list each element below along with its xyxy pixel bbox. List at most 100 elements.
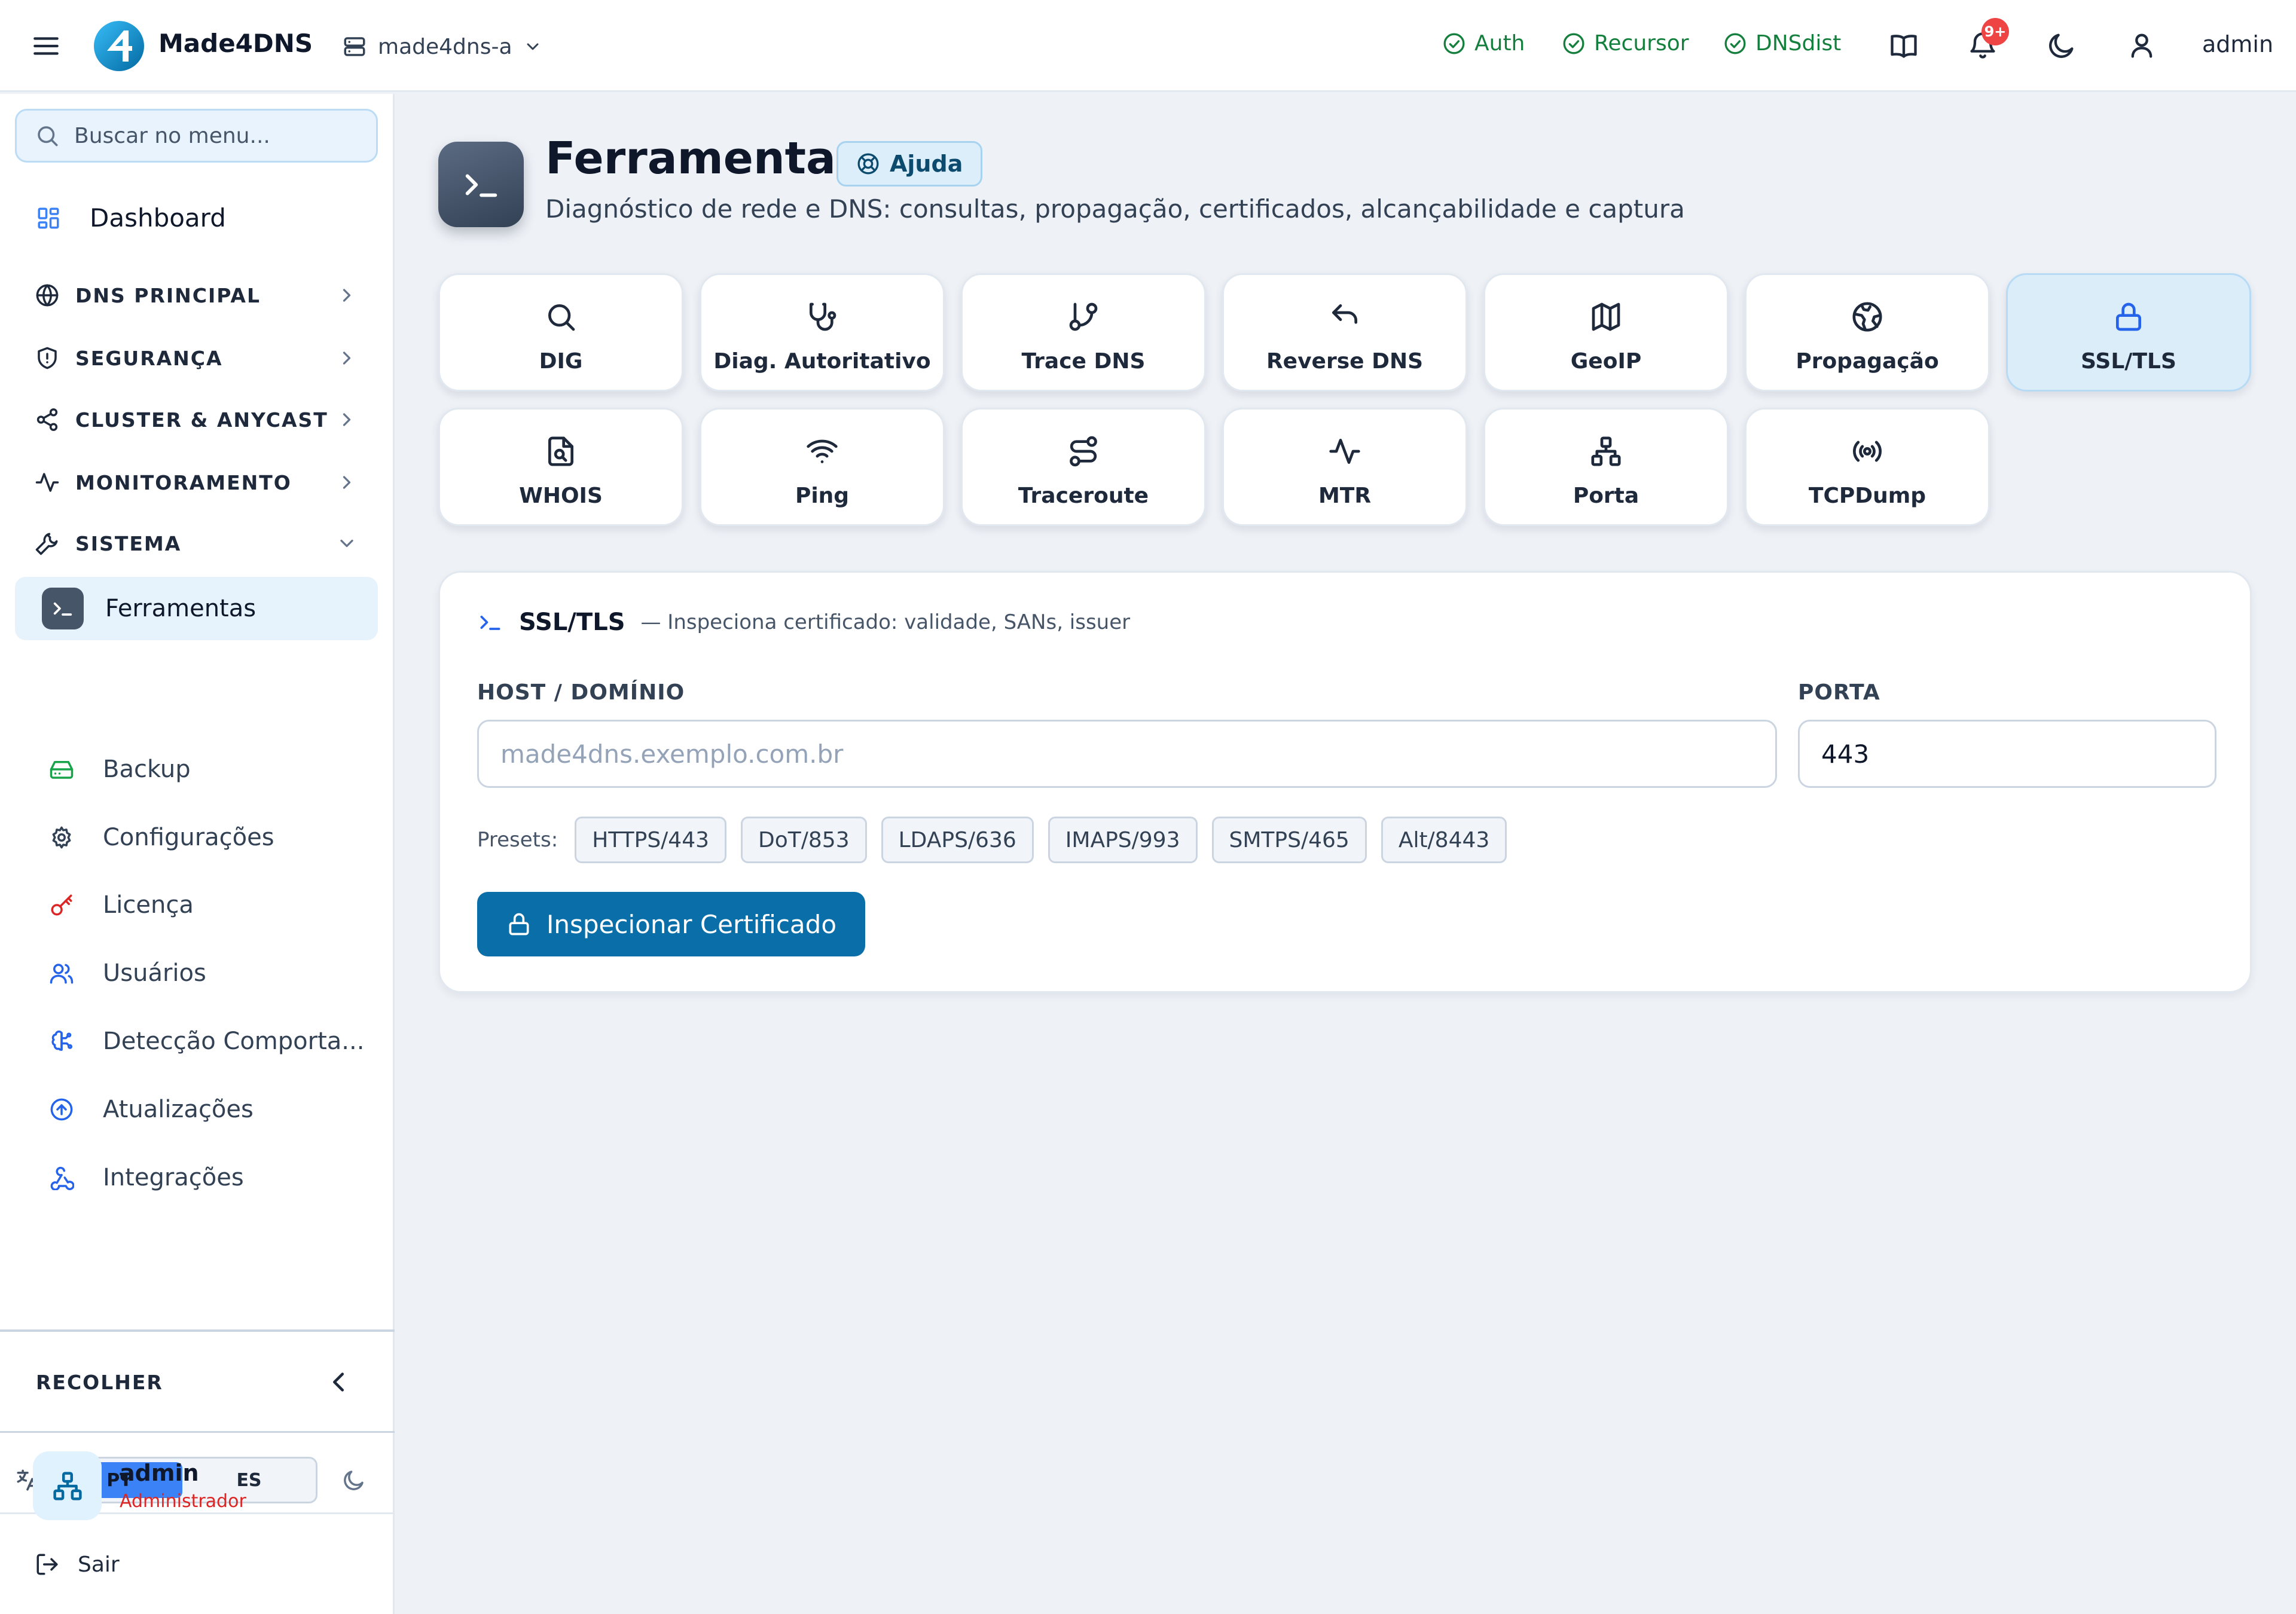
terminal-icon (42, 588, 84, 629)
app-name[interactable]: Made4DNS (158, 29, 313, 58)
section-label: DNS PRINCIPAL (75, 283, 261, 307)
tool-porta[interactable]: Porta (1483, 408, 1729, 526)
network-icon (1589, 435, 1623, 468)
status-label: DNSdist (1755, 31, 1842, 56)
port-input[interactable] (1798, 720, 2216, 788)
preset-ldaps-636[interactable]: LDAPS/636 (881, 817, 1034, 863)
preset-dot-853[interactable]: DoT/853 (741, 817, 867, 863)
status-recursor[interactable]: Recursor (1562, 31, 1689, 56)
made4dns-logo-icon[interactable] (93, 20, 145, 72)
sidebar-item-ferramentas[interactable]: Ferramentas (42, 588, 256, 629)
tool-label: Diag. Autoritativo (713, 349, 931, 374)
chevron-right-icon (336, 472, 358, 493)
moon-icon[interactable] (2046, 30, 2077, 61)
theme-moon-icon[interactable] (341, 1468, 367, 1493)
sidebar-item-deteccao-comportamental[interactable]: Detecção Comporta... (49, 1028, 364, 1055)
sidebar-item-integracoes[interactable]: Integrações (49, 1164, 244, 1191)
tool-mtr[interactable]: MTR (1222, 408, 1467, 526)
collapse-label: RECOLHER (36, 1370, 163, 1394)
tool-trace-dns[interactable]: Trace DNS (961, 273, 1206, 392)
notification-badge: 9+ (1981, 18, 2009, 45)
tool-label: Propagação (1796, 349, 1939, 374)
host-input[interactable] (477, 720, 1777, 788)
sidebar-divider (0, 1329, 395, 1332)
host-label: HOST / DOMÍNIO (477, 680, 685, 705)
tool-label: Reverse DNS (1266, 349, 1424, 374)
shield-icon (35, 346, 60, 371)
sidebar-item-label: Configurações (103, 824, 274, 851)
users-icon (49, 961, 74, 986)
wifi-icon (805, 435, 839, 468)
status-auth[interactable]: Auth (1442, 31, 1525, 56)
top-bar: Made4DNS made4dns-a Auth Recursor DNSdis… (0, 0, 2296, 92)
help-button[interactable]: Ajuda (836, 141, 983, 187)
sidebar-section-sistema[interactable]: SISTEMA (35, 525, 358, 561)
status-label: Recursor (1594, 31, 1689, 56)
section-label: MONITORAMENTO (75, 470, 292, 494)
server-name: made4dns-a (378, 34, 512, 59)
preset-imaps-993[interactable]: IMAPS/993 (1048, 817, 1198, 863)
tool-whois[interactable]: WHOIS (438, 408, 683, 526)
sidebar-item-atualizacoes[interactable]: Atualizações (49, 1096, 254, 1123)
panel-header: SSL/TLS — Inspeciona certificado: valida… (477, 609, 1130, 636)
panel-description: — Inspeciona certificado: validade, SANs… (640, 610, 1131, 634)
page-subtitle: Diagnóstico de rede e DNS: consultas, pr… (545, 194, 1685, 224)
collapse-sidebar-button[interactable]: RECOLHER (36, 1364, 353, 1400)
user-name: admin (120, 1460, 199, 1486)
bell-icon[interactable]: 9+ (1967, 18, 2009, 61)
sidebar-item-backup[interactable]: Backup (49, 756, 191, 783)
map-icon (1589, 300, 1623, 334)
undo-arrow-icon (1328, 300, 1361, 334)
tool-tcpdump[interactable]: TCPDump (1745, 408, 1990, 526)
git-branch-icon (1067, 300, 1100, 334)
page-title: Ferramentas (545, 133, 862, 184)
tool-label: GeoIP (1570, 349, 1642, 374)
server-selector[interactable]: made4dns-a (342, 30, 542, 63)
chevron-down-icon (523, 37, 542, 56)
tool-dig[interactable]: DIG (438, 273, 683, 392)
tool-label: SSL/TLS (2081, 349, 2176, 374)
lock-icon (2112, 300, 2145, 334)
sidebar-section-seguranca[interactable]: SEGURANÇA (35, 340, 358, 376)
tool-traceroute[interactable]: Traceroute (961, 408, 1206, 526)
sidebar-search[interactable]: Buscar no menu... (15, 109, 378, 163)
sidebar-section-monitoramento[interactable]: MONITORAMENTO (35, 464, 358, 500)
top-user-name[interactable]: admin (2202, 31, 2273, 57)
preset-alt-8443[interactable]: Alt/8443 (1381, 817, 1507, 863)
tool-reverse-dns[interactable]: Reverse DNS (1222, 273, 1467, 392)
tool-geoip[interactable]: GeoIP (1483, 273, 1729, 392)
preset-https-443[interactable]: HTTPS/443 (575, 817, 727, 863)
logout-button[interactable]: Sair (35, 1552, 120, 1577)
sidebar-item-dashboard[interactable]: Dashboard (36, 203, 226, 233)
tool-label: Ping (795, 484, 850, 508)
user-icon[interactable] (2126, 30, 2157, 61)
sidebar: Buscar no menu... Dashboard DNS PRINCIPA… (0, 94, 395, 1614)
server-icon (342, 34, 367, 59)
inspect-certificate-button[interactable]: Inspecionar Certificado (477, 892, 866, 956)
tool-label: MTR (1318, 484, 1372, 508)
preset-smtps-465[interactable]: SMTPS/465 (1211, 817, 1367, 863)
user-card[interactable]: admin Administrador (33, 1451, 246, 1520)
port-label: PORTA (1798, 680, 1880, 705)
help-label: Ajuda (890, 151, 963, 177)
sidebar-item-label: Integrações (103, 1164, 244, 1191)
status-dnsdist[interactable]: DNSdist (1723, 31, 1841, 56)
sidebar-item-licenca[interactable]: Licença (49, 891, 194, 919)
tool-ssl-tls[interactable]: SSL/TLS (2006, 273, 2251, 392)
tool-ping[interactable]: Ping (700, 408, 945, 526)
sidebar-section-dns-principal[interactable]: DNS PRINCIPAL (35, 277, 358, 313)
status-label: Auth (1474, 31, 1525, 56)
tool-diag-autoritativo[interactable]: Diag. Autoritativo (700, 273, 945, 392)
chevron-right-icon (336, 347, 358, 369)
tool-propagacao[interactable]: Propagação (1745, 273, 1990, 392)
tool-label: DIG (539, 349, 583, 374)
sidebar-item-configuracoes[interactable]: Configurações (49, 824, 274, 851)
sidebar-section-cluster-anycast[interactable]: CLUSTER & ANYCAST (35, 402, 358, 438)
hamburger-menu-icon[interactable] (31, 31, 61, 61)
file-search-icon (544, 435, 578, 468)
globe-icon (1851, 300, 1884, 334)
user-role: Administrador (120, 1491, 246, 1512)
sidebar-item-usuarios[interactable]: Usuários (49, 959, 206, 987)
tool-label: Trace DNS (1021, 349, 1146, 374)
book-icon[interactable] (1888, 30, 1919, 61)
